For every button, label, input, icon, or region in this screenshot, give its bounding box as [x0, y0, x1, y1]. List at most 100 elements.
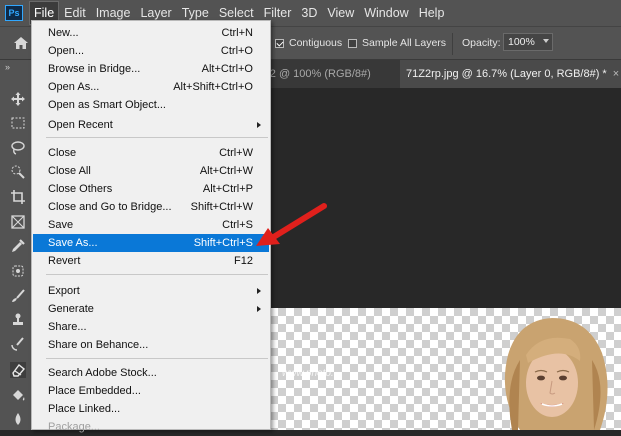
menu-item-label: Open... — [48, 45, 85, 57]
menu-separator — [46, 137, 268, 138]
menu-item-label: Place Linked... — [48, 403, 121, 415]
menu-item-close-and-go-to-bridge[interactable]: Close and Go to Bridge... Shift+Ctrl+W — [33, 198, 269, 216]
menu-item-shortcut: Alt+Shift+Ctrl+O — [173, 81, 253, 93]
menu-item-shortcut: Ctrl+S — [222, 219, 253, 231]
menu-item-place-embedded[interactable]: Place Embedded... — [33, 382, 269, 400]
menu-item-generate[interactable]: Generate — [33, 300, 269, 318]
menu-item-label: Place Embedded... — [48, 385, 141, 397]
menu-item-label: Close Others — [48, 183, 113, 195]
history-brush-tool-icon[interactable] — [10, 336, 26, 352]
tab-71z2rp[interactable]: 71Z2rp.jpg @ 16.7% (Layer 0, RGB/8#) * × — [400, 60, 621, 88]
menu-item-share[interactable]: Share... — [33, 318, 269, 336]
menu-item-label: Generate — [48, 303, 94, 315]
contiguous-checkbox[interactable]: Contiguous — [275, 37, 342, 49]
menu-item-export[interactable]: Export — [33, 282, 269, 300]
menu-item-label: Share... — [48, 321, 87, 333]
menu-separator — [46, 274, 268, 275]
menu-item-label: Save — [48, 219, 74, 231]
quick-selection-tool-icon[interactable] — [10, 164, 26, 180]
tab-label: 71Z2rp.jpg @ 16.7% (Layer 0, RGB/8#) * — [406, 68, 607, 80]
menu-item-label: Revert — [48, 255, 81, 267]
paint-bucket-tool-icon[interactable] — [10, 387, 26, 403]
menu-item-open[interactable]: Open... Ctrl+O — [33, 42, 269, 60]
menu-3d[interactable]: 3D — [297, 2, 321, 24]
menu-item-label: Close and Go to Bridge... — [48, 201, 172, 213]
options-separator — [452, 33, 453, 55]
menu-item-label: Browse in Bridge... — [48, 63, 141, 75]
portrait-photo — [504, 318, 608, 430]
menu-item-close[interactable]: Close Ctrl+W — [33, 144, 269, 162]
frame-tool-icon[interactable] — [10, 214, 26, 230]
menu-item-close-all[interactable]: Close All Alt+Ctrl+W — [33, 162, 269, 180]
menu-item-shortcut: Ctrl+N — [221, 27, 253, 39]
annotation-arrow-icon — [256, 203, 327, 246]
menu-item-label: Open Recent — [48, 119, 113, 131]
menu-item-open-as[interactable]: Open As... Alt+Shift+Ctrl+O — [33, 78, 269, 96]
eyedropper-tool-icon[interactable] — [10, 238, 26, 254]
brush-tool-icon[interactable] — [10, 288, 26, 304]
lasso-tool-icon[interactable] — [10, 140, 26, 156]
submenu-arrow-icon — [257, 306, 261, 312]
sample-all-layers-checkbox[interactable]: Sample All Layers — [348, 37, 446, 49]
blur-tool-icon[interactable] — [10, 411, 26, 427]
menu-item-label: Search Adobe Stock... — [48, 367, 157, 379]
clone-stamp-tool-icon[interactable] — [10, 312, 26, 328]
menu-item-label: New... — [48, 27, 79, 39]
menu-item-open-as-smart-object[interactable]: Open as Smart Object... — [33, 96, 269, 114]
menu-item-label: Save As... — [48, 237, 98, 249]
submenu-arrow-icon — [257, 288, 261, 294]
tab-document-2[interactable]: d-2 @ 100% (RGB/8#) — [260, 60, 371, 88]
menu-item-place-linked[interactable]: Place Linked... — [33, 400, 269, 418]
menu-item-shortcut: Ctrl+W — [219, 147, 253, 159]
menu-item-save[interactable]: Save Ctrl+S — [33, 216, 269, 234]
menu-item-open-recent[interactable]: Open Recent — [33, 116, 269, 134]
menu-view[interactable]: View — [323, 2, 358, 24]
menu-item-label: Share on Behance... — [48, 339, 149, 351]
chevron-down-icon[interactable] — [543, 39, 549, 43]
close-icon[interactable]: × — [613, 68, 619, 80]
contiguous-label: Contiguous — [289, 37, 343, 49]
checkbox-unchecked-icon[interactable] — [348, 38, 357, 48]
move-tool-icon[interactable] — [10, 91, 26, 107]
sample-all-layers-label: Sample All Layers — [362, 37, 447, 49]
opacity-value: 100% — [508, 36, 535, 48]
menu-item-shortcut: Shift+Ctrl+S — [193, 237, 253, 249]
menu-item-browse-in-bridge[interactable]: Browse in Bridge... Alt+Ctrl+O — [33, 60, 269, 78]
eraser-tool-icon[interactable] — [10, 362, 26, 378]
watermark-text: www.photo... — [282, 368, 340, 379]
menu-item-label: Export — [48, 285, 80, 297]
menu-item-revert[interactable]: Revert F12 — [33, 252, 269, 270]
menu-item-shortcut: Ctrl+O — [220, 45, 253, 57]
menu-item-package: Package... — [33, 418, 269, 436]
menu-item-close-others[interactable]: Close Others Alt+Ctrl+P — [33, 180, 269, 198]
menu-item-new[interactable]: New... Ctrl+N — [33, 24, 269, 42]
collapse-panel-icon[interactable]: » — [5, 62, 10, 72]
checkbox-checked-icon[interactable] — [275, 38, 284, 48]
menu-item-shortcut: Alt+Ctrl+W — [199, 165, 253, 177]
crop-tool-icon[interactable] — [10, 189, 26, 205]
menu-item-shortcut: Shift+Ctrl+W — [190, 201, 253, 213]
opacity-label: Opacity: — [462, 37, 501, 49]
tab-label: d-2 @ 100% (RGB/8#) — [260, 68, 371, 80]
menu-item-label: Open as Smart Object... — [48, 99, 166, 111]
menu-item-label: Close — [48, 147, 77, 159]
menu-item-label: Close All — [48, 165, 91, 177]
photoshop-logo-icon: Ps — [5, 5, 23, 21]
menu-help[interactable]: Help — [415, 2, 449, 24]
tools-panel: » — [0, 60, 35, 430]
menu-item-search-adobe-stock[interactable]: Search Adobe Stock... — [33, 364, 269, 382]
marquee-tool-icon[interactable] — [10, 115, 26, 131]
menu-item-shortcut: Alt+Ctrl+P — [202, 183, 253, 195]
menu-item-shortcut: F12 — [234, 255, 253, 267]
opacity-input[interactable]: 100% — [503, 33, 553, 51]
menu-window[interactable]: Window — [360, 2, 412, 24]
submenu-arrow-icon — [257, 122, 261, 128]
menu-item-label: Open As... — [48, 81, 100, 93]
menu-item-label: Package... — [48, 421, 100, 433]
home-icon[interactable] — [13, 36, 29, 50]
menu-item-save-as[interactable]: Save As... Shift+Ctrl+S — [33, 234, 269, 252]
healing-brush-tool-icon[interactable] — [10, 263, 26, 279]
menu-separator — [46, 358, 268, 359]
menu-item-share-on-behance[interactable]: Share on Behance... — [33, 336, 269, 354]
file-menu-dropdown: New... Ctrl+N Open... Ctrl+O Browse in B… — [31, 20, 271, 433]
